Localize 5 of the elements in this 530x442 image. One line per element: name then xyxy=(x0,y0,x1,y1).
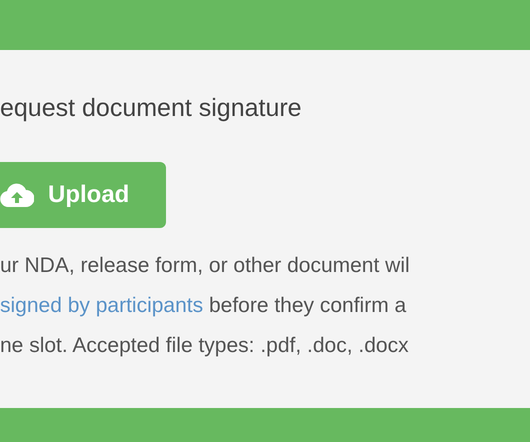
cloud-upload-icon xyxy=(0,183,34,207)
description-text: ur NDA, release form, or other document wil signed by participants before they confirm a ne slot. Accepted file types: .pdf, .doc, .docx xyxy=(0,253,411,359)
upload-button[interactable]: Upload xyxy=(0,162,166,228)
participants-link[interactable]: signed by participants xyxy=(0,294,204,317)
section-title: equest document signature xyxy=(0,93,303,124)
